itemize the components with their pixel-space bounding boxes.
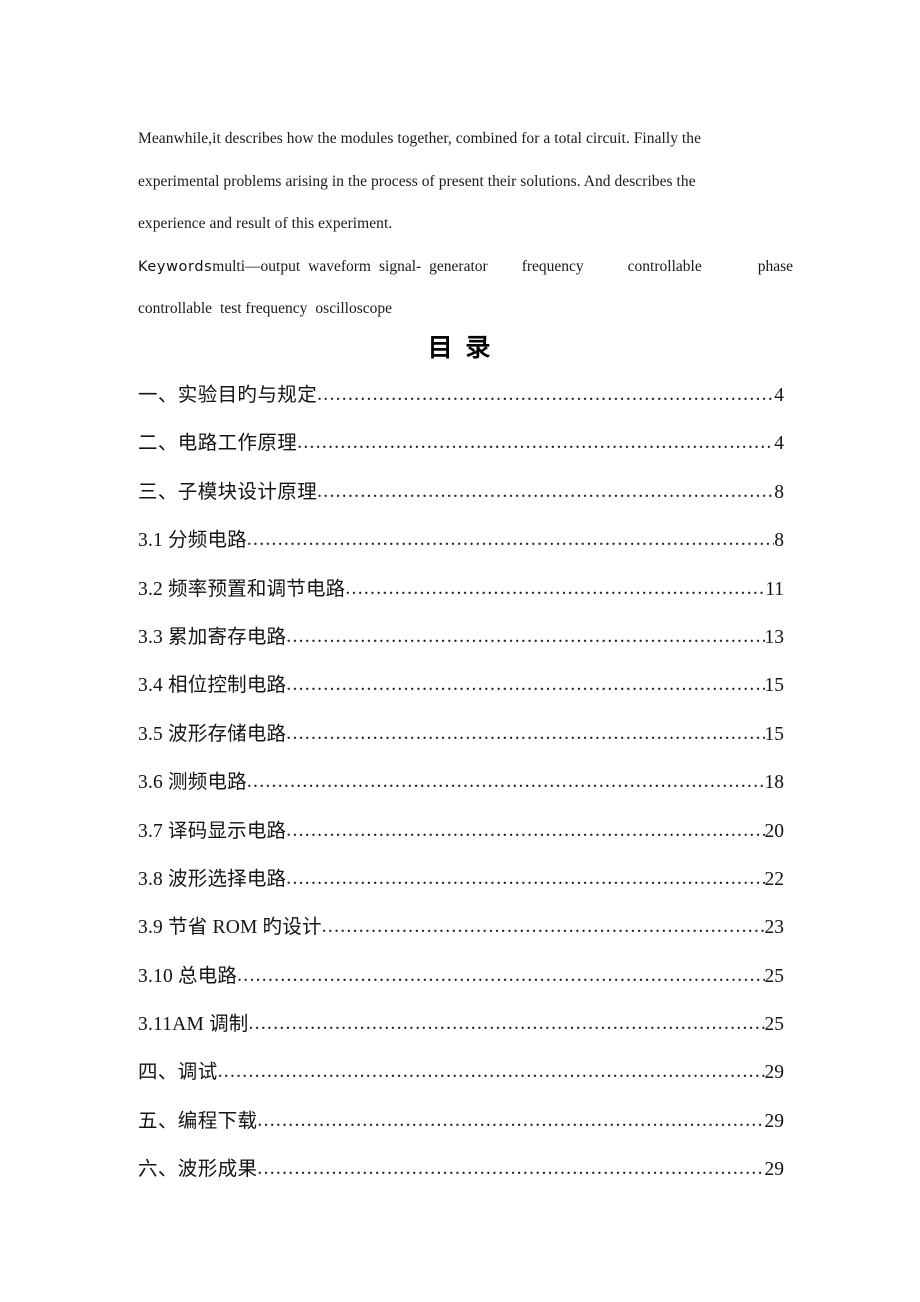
toc-entry[interactable]: 3.2 频率预置和调节电路...........................… — [138, 572, 784, 620]
toc-entry-label: 3.4 相位控制电路 — [138, 675, 287, 697]
toc-list: 一、实验目旳与规定...............................… — [138, 378, 784, 1201]
toc-entry-page-number: 4 — [774, 385, 784, 406]
abstract-line: experience and result of this experiment… — [138, 215, 393, 232]
toc-leader-dots: ........................................… — [286, 867, 764, 889]
toc-entry[interactable]: 3.3 累加寄存电路..............................… — [138, 620, 784, 668]
toc-entry-label: 四、调试 — [138, 1062, 218, 1084]
toc-leader-dots: ........................................… — [297, 432, 774, 454]
toc-leader-dots: ........................................… — [248, 1013, 765, 1035]
toc-leader-dots: ........................................… — [321, 916, 765, 938]
toc-entry-page-number: 23 — [764, 917, 785, 939]
toc-entry-page-number: 29 — [764, 1159, 785, 1181]
keywords-block: Keywordsmulti—output waveform signal-gener… — [138, 246, 793, 330]
toc-entry[interactable]: 3.8 波形选择电路..............................… — [138, 862, 784, 910]
toc-entry-label: 3.11AM 调制 — [138, 1014, 249, 1036]
toc-entry-page-number: 15 — [764, 723, 785, 745]
toc-leader-dots: ........................................… — [286, 722, 764, 744]
toc-entry-label: 3.2 频率预置和调节电路 — [138, 578, 346, 600]
toc-title: 目 录 — [427, 333, 493, 362]
toc-entry[interactable]: 3.9 节省 ROM 旳设计..........................… — [138, 910, 784, 958]
keyword-term: generator — [429, 258, 488, 275]
toc-entry-page-number: 13 — [764, 626, 785, 648]
toc-entry[interactable]: 3.7 译码显示电路..............................… — [138, 814, 784, 862]
toc-entry-label: 3.3 累加寄存电路 — [138, 626, 287, 648]
toc-leader-dots: ........................................… — [286, 674, 764, 696]
toc-entry-label: 3.5 波形存储电路 — [138, 723, 287, 745]
abstract-line: experimental problems arising in the pro… — [138, 172, 696, 190]
toc-leader-dots: ........................................… — [217, 1061, 765, 1083]
keyword-term: frequency — [521, 258, 584, 275]
toc-leader-dots: ........................................… — [257, 1158, 764, 1180]
toc-entry-page-number: 8 — [774, 481, 784, 503]
toc-entry-label: 3.9 节省 ROM 旳设计 — [138, 917, 322, 939]
toc-leader-dots: ........................................… — [237, 964, 765, 986]
keywords-label: Keywords — [138, 259, 213, 275]
toc-leader-dots: ........................................… — [257, 1109, 764, 1131]
toc-entry-label: 六、波形成果 — [138, 1159, 258, 1181]
keyword-term: controllable — [138, 300, 213, 317]
toc-entry[interactable]: 二、电路工作原理................................… — [138, 426, 784, 474]
toc-entry[interactable]: 五、编程下载..................................… — [138, 1104, 784, 1152]
keyword-term: multi—output — [212, 258, 301, 275]
keyword-term: oscilloscope — [315, 300, 393, 317]
toc-entry[interactable]: 三、子模块设计原理...............................… — [138, 475, 784, 523]
toc-leader-dots: ........................................… — [246, 529, 775, 551]
document-page: Meanwhile,it describes how the modules t… — [0, 0, 920, 1302]
toc-entry-label: 3.6 测频电路 — [138, 772, 247, 794]
toc-entry-label: 3.7 译码显示电路 — [138, 820, 287, 842]
toc-leader-dots: ........................................… — [246, 771, 765, 793]
toc-entry[interactable]: 3.1 分频电路................................… — [138, 523, 784, 571]
keywords-line-1: Keywordsmulti—output waveform signal-gener… — [138, 246, 793, 288]
toc-entry[interactable]: 3.6 测频电路................................… — [138, 765, 784, 813]
toc-entry-page-number: 29 — [764, 1110, 785, 1132]
toc-entry-page-number: 22 — [764, 868, 785, 890]
toc-entry-page-number: 18 — [764, 772, 785, 794]
toc-entry-label: 一、实验目旳与规定 — [138, 385, 318, 406]
toc-leader-dots: ........................................… — [345, 577, 766, 599]
toc-entry-label: 3.10 总电路 — [138, 965, 238, 987]
toc-entry-label: 3.1 分频电路 — [138, 530, 247, 552]
keyword-term: signal- — [378, 258, 422, 275]
keywords-line-2: controllable test frequency oscilloscope — [138, 288, 786, 330]
toc-entry[interactable]: 3.4 相位控制电路..............................… — [138, 668, 784, 716]
toc-entry-page-number: 29 — [764, 1062, 785, 1084]
toc-entry-page-number: 11 — [765, 578, 784, 600]
toc-entry-label: 3.8 波形选择电路 — [138, 868, 287, 890]
toc-entry-label: 三、子模块设计原理 — [138, 481, 318, 503]
toc-entry-page-number: 25 — [764, 965, 785, 987]
keyword-term: waveform — [308, 258, 371, 275]
keyword-term: phase — [757, 258, 793, 275]
toc-entry-page-number: 20 — [764, 820, 785, 842]
toc-entry[interactable]: 3.11AM 调制...............................… — [138, 1007, 784, 1055]
toc-entry[interactable]: 3.5 波形存储电路..............................… — [138, 717, 784, 765]
abstract-paragraph: Meanwhile,it describes how the modules t… — [138, 118, 786, 246]
toc-leader-dots: ........................................… — [286, 819, 764, 841]
toc-entry[interactable]: 六、波形成果..................................… — [138, 1152, 784, 1200]
toc-entry-page-number: 4 — [774, 433, 784, 455]
toc-leader-dots: ........................................… — [286, 625, 764, 647]
toc-entry-label: 五、编程下载 — [138, 1110, 258, 1132]
toc-entry-page-number: 15 — [764, 675, 785, 697]
toc-entry-label: 二、电路工作原理 — [138, 433, 298, 455]
toc-leader-dots: ........................................… — [317, 480, 775, 502]
toc-entry-page-number: 25 — [764, 1014, 785, 1036]
abstract-line: Meanwhile,it describes how the modules t… — [138, 130, 702, 147]
toc-entry-page-number: 8 — [774, 530, 784, 552]
toc-leader-dots: ........................................… — [317, 384, 775, 405]
keyword-term: test frequency — [220, 300, 308, 317]
toc-entry[interactable]: 四、调试....................................… — [138, 1055, 784, 1103]
toc-entry[interactable]: 3.10 总电路................................… — [138, 959, 784, 1007]
keyword-term: controllable — [627, 258, 702, 275]
toc-entry[interactable]: 一、实验目旳与规定...............................… — [138, 378, 784, 426]
